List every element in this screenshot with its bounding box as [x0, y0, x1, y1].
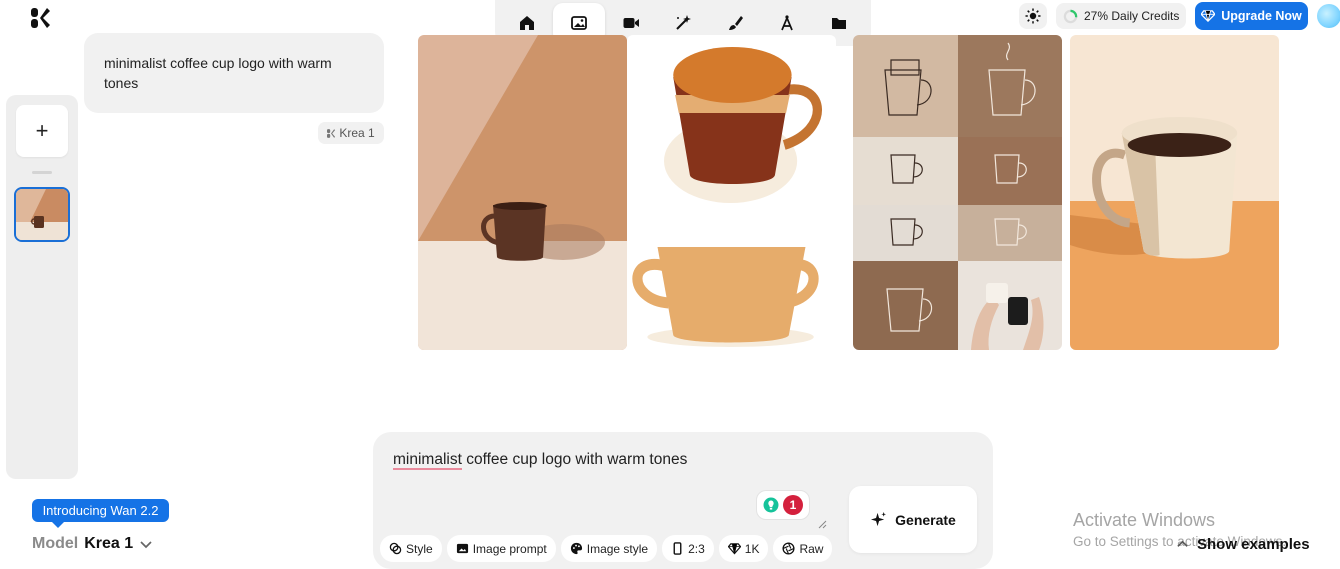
image-prompt-icon: [456, 543, 468, 554]
sun-icon: [1025, 8, 1041, 24]
aperture-icon: [782, 542, 796, 555]
image-style-chip[interactable]: Image style: [560, 535, 658, 562]
resolution-chip-label: 1K: [744, 541, 760, 556]
chevron-up-icon: [1177, 540, 1188, 547]
model-label: Model: [32, 535, 79, 552]
aspect-ratio-chip[interactable]: 2:3: [662, 535, 714, 562]
credits-progress-icon: [1063, 9, 1078, 23]
style-chip[interactable]: Style: [380, 535, 442, 562]
activate-title: Activate Windows: [1073, 510, 1216, 530]
generate-button[interactable]: Generate: [849, 486, 977, 553]
extension-count-badge: 1: [783, 495, 803, 515]
sidebar-divider: [32, 171, 52, 174]
model-tag: Krea 1: [318, 122, 384, 144]
upgrade-label: Upgrade Now: [1221, 9, 1302, 23]
image-icon: [571, 16, 587, 30]
grammar-extension-badge[interactable]: 1: [756, 490, 810, 520]
user-avatar[interactable]: [1317, 4, 1340, 28]
generated-image-1[interactable]: [418, 35, 627, 350]
user-prompt-bubble: minimalist coffee cup logo with warm ton…: [84, 33, 384, 113]
diamond-icon: [727, 543, 741, 555]
raw-chip[interactable]: Raw: [773, 535, 833, 562]
style-icon: [389, 542, 402, 555]
prompt-composer: minimalist coffee cup logo with warm ton…: [373, 432, 993, 569]
theme-toggle-button[interactable]: [1019, 3, 1047, 29]
new-session-button[interactable]: +: [16, 105, 68, 157]
upgrade-button[interactable]: Upgrade Now: [1195, 2, 1308, 30]
model-name: Krea 1: [84, 535, 134, 552]
daily-credits-indicator[interactable]: 27% Daily Credits: [1056, 3, 1186, 29]
brush-icon: [729, 16, 743, 30]
aspect-ratio-icon: [673, 542, 682, 555]
generated-image-4[interactable]: [1070, 35, 1279, 350]
generated-image-3[interactable]: [853, 35, 1062, 350]
model-tag-label: Krea 1: [339, 126, 375, 140]
sparkle-icon: [871, 511, 887, 527]
session-thumbnail[interactable]: [14, 187, 70, 242]
generated-image-2[interactable]: [627, 35, 836, 350]
prompt-input[interactable]: minimalist coffee cup logo with warm ton…: [393, 451, 688, 470]
krea-small-icon: [327, 128, 336, 138]
resize-handle-icon[interactable]: [817, 519, 827, 529]
raw-chip-label: Raw: [799, 541, 824, 556]
show-examples-label: Show examples: [1197, 536, 1310, 553]
credits-label: 27% Daily Credits: [1084, 9, 1180, 23]
magic-wand-icon: [676, 15, 691, 30]
prompt-first-word: minimalist: [393, 451, 462, 470]
user-prompt-text: minimalist coffee cup logo with warm ton…: [104, 55, 332, 91]
compass-icon: [781, 15, 793, 31]
resolution-chip[interactable]: 1K: [718, 535, 769, 562]
folder-icon: [832, 18, 846, 29]
palette-icon: [570, 542, 582, 555]
generate-label: Generate: [895, 511, 956, 528]
intro-tooltip-text: Introducing Wan 2.2: [42, 503, 159, 518]
image-prompt-chip[interactable]: Image prompt: [446, 535, 556, 562]
chevron-down-icon: [140, 541, 152, 549]
intro-tooltip[interactable]: Introducing Wan 2.2: [32, 499, 169, 528]
prompt-rest: coffee cup logo with warm tones: [461, 451, 688, 468]
aspect-ratio-chip-label: 2:3: [688, 541, 705, 556]
lightbulb-icon: [763, 497, 779, 513]
home-icon: [520, 16, 534, 30]
krea-logo[interactable]: [30, 7, 50, 29]
plus-icon: +: [35, 118, 49, 143]
style-chip-label: Style: [406, 541, 433, 556]
model-selector[interactable]: Model Krea 1: [32, 535, 153, 553]
image-style-chip-label: Image style: [586, 541, 649, 556]
show-examples-button[interactable]: Show examples: [1176, 536, 1310, 553]
option-chips: Style Image prompt Image style 2:3 1K Ra…: [380, 535, 833, 562]
diamond-icon: [1201, 10, 1216, 22]
session-sidebar: +: [6, 95, 78, 479]
video-camera-icon: [623, 18, 639, 28]
image-prompt-chip-label: Image prompt: [472, 541, 547, 556]
